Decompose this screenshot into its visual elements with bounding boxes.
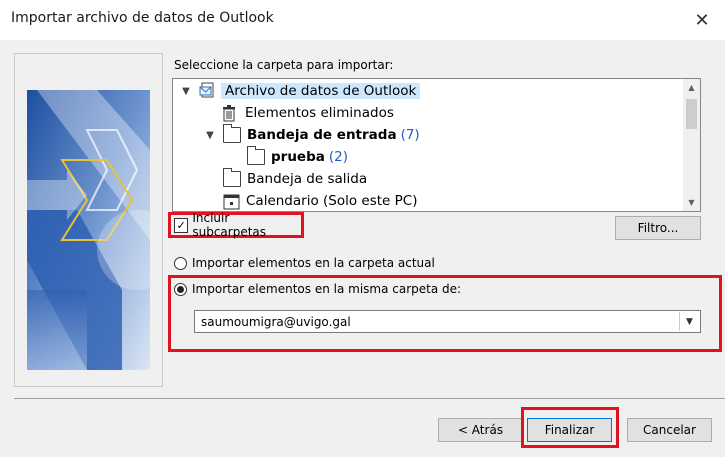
window-title: Importar archivo de datos de Outlook <box>11 10 274 26</box>
radio-current-folder-input[interactable] <box>174 256 187 270</box>
radio-current-folder-label[interactable]: Importar elementos en la carpeta actual <box>192 256 435 270</box>
scroll-down-icon[interactable]: ▼ <box>683 194 700 211</box>
include-subfolders-checkbox[interactable]: ✓ <box>174 217 189 233</box>
tree-item-deleted-items[interactable]: Elementos eliminados <box>221 102 394 124</box>
include-subfolders-label[interactable]: Incluir subcarpetas <box>192 211 301 239</box>
account-dropdown[interactable]: saumoumigra@uvigo.gal ▼ <box>194 310 701 333</box>
title-bar: Importar archivo de datos de Outlook ✕ <box>0 0 725 40</box>
calendar-icon <box>223 194 240 209</box>
tree-item-label: Elementos eliminados <box>245 105 394 121</box>
unread-count: (2) <box>328 149 348 165</box>
tree-item-label: prueba <box>271 149 325 165</box>
radio-same-folder[interactable]: Importar elementos en la misma carpeta d… <box>174 282 461 296</box>
radio-same-folder-input[interactable] <box>174 282 187 296</box>
folder-icon <box>223 168 241 187</box>
cancel-button[interactable]: Cancelar <box>627 418 712 442</box>
folder-icon <box>223 124 241 143</box>
tree-item-label: Archivo de datos de Outlook <box>221 83 421 99</box>
tree-item-label: Bandeja de entrada <box>247 127 397 143</box>
chevron-down-icon[interactable]: ▼ <box>179 86 193 97</box>
tree-item-label: Bandeja de salida <box>247 171 368 187</box>
back-button[interactable]: < Atrás <box>438 418 523 442</box>
scroll-up-icon[interactable]: ▲ <box>683 79 700 96</box>
close-button[interactable]: ✕ <box>679 0 725 40</box>
unread-count: (7) <box>400 127 420 143</box>
close-icon: ✕ <box>694 9 710 31</box>
tree-item-calendar[interactable]: Calendario (Solo este PC) <box>223 190 418 211</box>
wizard-art-panel <box>14 53 163 387</box>
finish-button[interactable]: Finalizar <box>527 418 612 442</box>
chevron-down-icon[interactable]: ▼ <box>679 312 699 331</box>
tree-item-prueba[interactable]: prueba (2) <box>247 146 348 168</box>
tree-item-label: Calendario (Solo este PC) <box>246 193 418 209</box>
folder-tree[interactable]: ▼ Archivo de datos de Outlook Elementos … <box>172 78 701 212</box>
tree-item-inbox[interactable]: ▼ Bandeja de entrada (7) <box>203 124 420 146</box>
radio-current-folder[interactable]: Importar elementos en la carpeta actual <box>174 256 435 270</box>
radio-same-folder-label[interactable]: Importar elementos en la misma carpeta d… <box>192 282 461 296</box>
pst-file-icon <box>199 82 214 98</box>
tree-item-outlook-data-file[interactable]: ▼ Archivo de datos de Outlook <box>179 80 421 102</box>
select-folder-label: Seleccione la carpeta para importar: <box>174 58 394 72</box>
footer-divider <box>14 398 725 399</box>
tree-item-outbox[interactable]: Bandeja de salida <box>223 168 367 190</box>
tree-scrollbar[interactable]: ▲ ▼ <box>683 79 700 211</box>
account-dropdown-value: saumoumigra@uvigo.gal <box>201 314 351 329</box>
folder-icon <box>247 146 265 165</box>
wizard-illustration <box>27 90 150 370</box>
trash-icon <box>223 105 235 122</box>
scroll-thumb[interactable] <box>686 99 697 129</box>
filter-button[interactable]: Filtro... <box>615 216 701 240</box>
chevron-down-icon[interactable]: ▼ <box>203 130 217 141</box>
include-subfolders-highlight: ✓ Incluir subcarpetas <box>168 211 304 239</box>
